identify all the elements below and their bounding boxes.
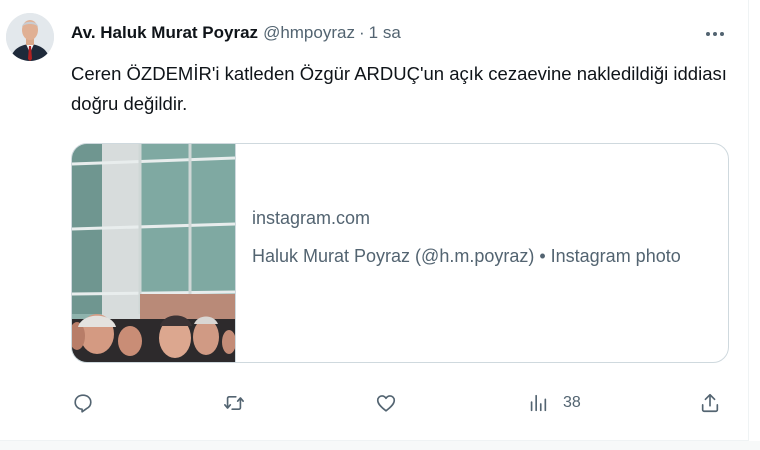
views-count: 38 <box>563 394 581 411</box>
avatar-image <box>6 13 54 61</box>
reply-icon <box>74 394 92 413</box>
more-options-button[interactable] <box>700 22 730 46</box>
next-tweet-edge <box>0 441 760 450</box>
heart-icon <box>376 395 396 412</box>
user-handle[interactable]: @hmpoyraz <box>263 23 355 43</box>
retweet-button[interactable] <box>223 385 245 421</box>
avatar[interactable] <box>6 13 54 61</box>
link-card[interactable]: instagram.com Haluk Murat Poyraz (@h.m.p… <box>71 143 729 363</box>
card-photo <box>72 144 236 362</box>
reply-button[interactable] <box>72 385 94 421</box>
card-title: Haluk Murat Poyraz (@h.m.poyraz) • Insta… <box>252 246 681 266</box>
card-thumbnail[interactable] <box>72 144 236 362</box>
card-info[interactable]: instagram.com Haluk Murat Poyraz (@h.m.p… <box>252 206 692 270</box>
timestamp[interactable]: 1 sa <box>369 23 401 43</box>
like-button[interactable] <box>375 385 397 421</box>
tweet[interactable]: Av. Haluk Murat Poyraz @hmpoyraz · 1 sa … <box>0 0 748 440</box>
timeline-divider <box>748 0 749 450</box>
display-name[interactable]: Av. Haluk Murat Poyraz <box>71 23 258 43</box>
views-icon <box>530 394 547 412</box>
separator-dot: · <box>358 23 365 42</box>
action-bar: 38 <box>0 385 748 421</box>
retweet-icon <box>224 395 244 411</box>
views-button[interactable]: 38 <box>527 385 581 421</box>
share-button[interactable] <box>699 385 721 421</box>
share-icon <box>701 393 719 413</box>
card-domain: instagram.com <box>252 208 371 228</box>
tweet-header: Av. Haluk Murat Poyraz @hmpoyraz · 1 sa <box>71 20 401 46</box>
tweet-text: Ceren ÖZDEMİR'i katleden Özgür ARDUÇ'un … <box>71 63 727 114</box>
more-icon <box>706 32 724 36</box>
